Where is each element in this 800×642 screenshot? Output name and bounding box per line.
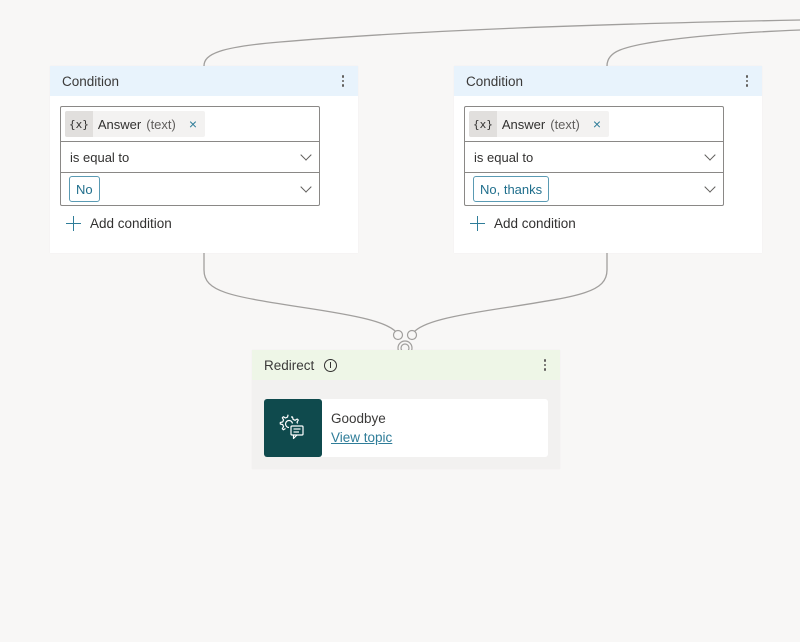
topic-name: Goodbye	[331, 411, 386, 426]
value-chip[interactable]: No	[69, 176, 100, 202]
connector-in-right	[606, 29, 800, 67]
value-chip[interactable]: No, thanks	[473, 176, 550, 202]
connector-handle-left	[392, 329, 404, 341]
variable-chip[interactable]: {x} Answer (text) ×	[469, 111, 610, 137]
redirect-node[interactable]: Redirect Goodbye View topic	[252, 350, 560, 469]
condition-header[interactable]: Condition	[454, 66, 762, 96]
authoring-canvas[interactable]: Condition {x} Answer (text) × is equal t…	[0, 0, 800, 642]
connector-out-right	[412, 253, 608, 334]
plus-icon	[470, 216, 485, 231]
redirect-title: Redirect	[264, 357, 315, 373]
more-options-icon[interactable]	[540, 357, 550, 373]
connector-handle-right	[406, 329, 418, 341]
condition-header[interactable]: Condition	[50, 66, 358, 96]
add-condition-button[interactable]: Add condition	[66, 216, 172, 231]
chevron-down-icon[interactable]	[300, 149, 312, 161]
variable-type: (text)	[550, 116, 580, 132]
remove-variable-icon[interactable]: ×	[189, 117, 197, 131]
topic-card: Goodbye View topic	[264, 399, 548, 457]
redirect-header[interactable]: Redirect	[252, 350, 560, 380]
condition-title: Condition	[466, 73, 524, 89]
add-condition-button[interactable]: Add condition	[470, 216, 576, 231]
variable-row[interactable]: {x} Answer (text) ×	[61, 107, 319, 141]
connector-out-left	[203, 253, 398, 334]
condition-expression: {x} Answer (text) × is equal to No	[60, 106, 320, 206]
chevron-down-icon[interactable]	[704, 149, 716, 161]
remove-variable-icon[interactable]: ×	[593, 117, 601, 131]
plus-icon	[66, 216, 81, 231]
condition-expression: {x} Answer (text) × is equal to No, than…	[464, 106, 724, 206]
operator-dropdown[interactable]: is equal to	[465, 141, 723, 172]
variable-icon: {x}	[469, 111, 497, 137]
topic-gear-chat-icon	[264, 399, 322, 457]
condition-node-2[interactable]: Condition {x} Answer (text) × is equal t…	[454, 66, 762, 253]
operator-value: is equal to	[70, 149, 130, 165]
condition-node-1[interactable]: Condition {x} Answer (text) × is equal t…	[50, 66, 358, 253]
chevron-down-icon[interactable]	[300, 181, 312, 193]
variable-icon: {x}	[65, 111, 93, 137]
variable-name: Answer	[97, 116, 142, 132]
more-options-icon[interactable]	[338, 73, 348, 89]
operator-value: is equal to	[474, 149, 534, 165]
add-condition-label: Add condition	[90, 216, 172, 231]
value-dropdown[interactable]: No, thanks	[465, 172, 723, 205]
info-icon[interactable]	[324, 358, 338, 372]
variable-name: Answer	[501, 116, 546, 132]
operator-dropdown[interactable]: is equal to	[61, 141, 319, 172]
view-topic-link[interactable]: View topic	[331, 428, 392, 447]
variable-row[interactable]: {x} Answer (text) ×	[465, 107, 723, 141]
value-dropdown[interactable]: No	[61, 172, 319, 205]
chevron-down-icon[interactable]	[704, 181, 716, 193]
more-options-icon[interactable]	[742, 73, 752, 89]
add-condition-label: Add condition	[494, 216, 576, 231]
connector-in-left	[203, 19, 800, 67]
variable-type: (text)	[146, 116, 176, 132]
condition-title: Condition	[62, 73, 120, 89]
variable-chip[interactable]: {x} Answer (text) ×	[65, 111, 206, 137]
